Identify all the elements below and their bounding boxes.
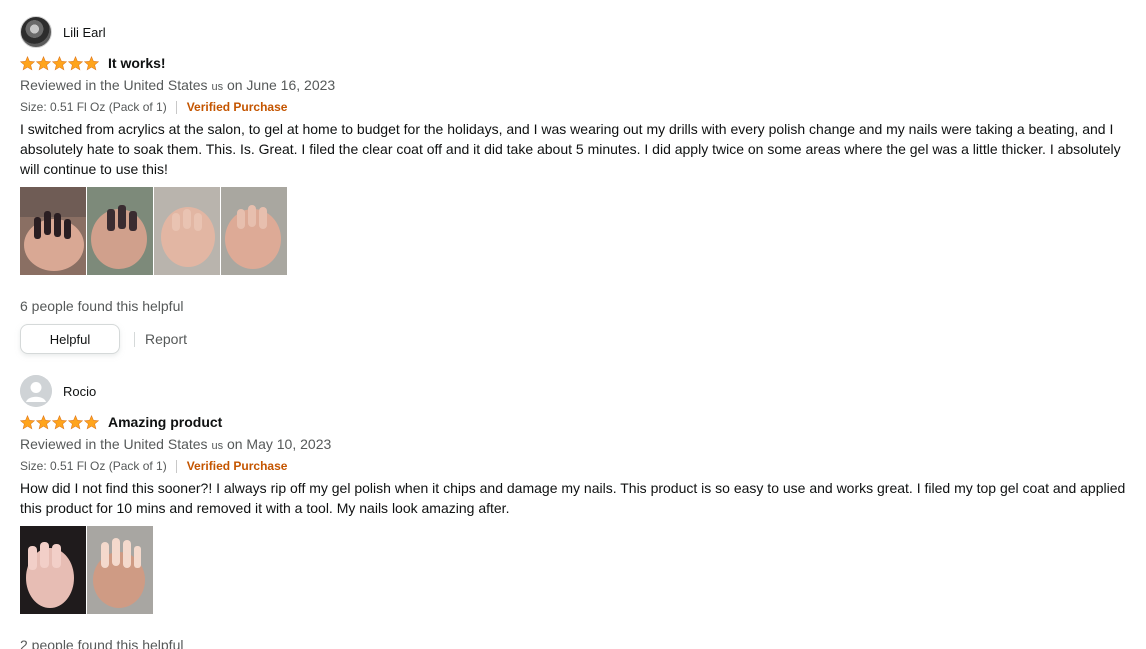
product-size[interactable]: Size: 0.51 Fl Oz (Pack of 1): [20, 100, 167, 114]
helpful-count: 2 people found this helpful: [20, 637, 184, 649]
review-image-thumbnail[interactable]: [154, 187, 220, 275]
reviewer-name[interactable]: Lili Earl: [63, 25, 106, 40]
review-title[interactable]: Amazing product: [108, 414, 222, 430]
review-title-row: Amazing product: [20, 413, 1140, 431]
star-icon: [20, 414, 35, 429]
reviewer-name[interactable]: Rocio: [63, 384, 96, 399]
review-image-thumbnail[interactable]: [221, 187, 287, 275]
review-date-prefix: Reviewed in the United States: [20, 77, 208, 93]
review-images: [20, 187, 1140, 275]
review-meta: Size: 0.51 Fl Oz (Pack of 1) Verified Pu…: [20, 457, 1140, 475]
review-image-thumbnail[interactable]: [87, 526, 153, 614]
review-body: How did I not find this sooner?! I alway…: [20, 480, 1126, 516]
report-link[interactable]: Report: [145, 331, 187, 347]
review-meta: Size: 0.51 Fl Oz (Pack of 1) Verified Pu…: [20, 98, 1140, 116]
star-icon: [20, 55, 35, 70]
reviewer-profile[interactable]: Rocio: [20, 375, 1140, 407]
avatar[interactable]: [20, 375, 52, 407]
review-title[interactable]: It works!: [108, 55, 166, 71]
star-icon: [52, 414, 67, 429]
review-body: I switched from acrylics at the salon, t…: [20, 121, 1121, 177]
star-rating[interactable]: [20, 414, 99, 430]
divider: [175, 459, 177, 473]
star-rating[interactable]: [20, 55, 99, 71]
review-date: Reviewed in the United States us on June…: [20, 75, 1140, 97]
star-icon: [68, 414, 83, 429]
review-image-thumbnail[interactable]: [20, 526, 86, 614]
helpful-button[interactable]: Helpful: [20, 324, 120, 354]
review-image-thumbnail[interactable]: [20, 187, 86, 275]
avatar[interactable]: [20, 16, 52, 48]
star-icon: [36, 55, 51, 70]
country-flag: us: [211, 440, 224, 452]
review-card: Rocio Amazing product Reviewed in the Un…: [20, 375, 1140, 649]
star-icon: [52, 55, 67, 70]
review-title-row: It works!: [20, 54, 1140, 72]
star-icon: [68, 55, 83, 70]
divider: [134, 331, 135, 347]
verified-purchase-badge: Verified Purchase: [186, 459, 288, 473]
helpful-count: 6 people found this helpful: [20, 298, 184, 314]
review-date-suffix: on June 16, 2023: [226, 77, 336, 93]
review-date-prefix: Reviewed in the United States: [20, 436, 208, 452]
review-actions: Helpful Report: [20, 324, 1140, 354]
reviews-page: Lili Earl It works! Reviewed in the Unit…: [0, 0, 1146, 649]
country-flag: us: [211, 81, 224, 93]
star-icon: [36, 414, 51, 429]
default-avatar-icon: [20, 375, 52, 407]
review-card: Lili Earl It works! Reviewed in the Unit…: [20, 16, 1140, 354]
star-icon: [84, 55, 99, 70]
review-date-suffix: on May 10, 2023: [226, 436, 332, 452]
review-date: Reviewed in the United States us on May …: [20, 434, 1140, 456]
review-image-thumbnail[interactable]: [87, 187, 153, 275]
review-images: [20, 526, 1140, 614]
star-icon: [84, 414, 99, 429]
reviewer-profile[interactable]: Lili Earl: [20, 16, 1140, 48]
divider: [175, 100, 177, 114]
product-size[interactable]: Size: 0.51 Fl Oz (Pack of 1): [20, 459, 167, 473]
verified-purchase-badge: Verified Purchase: [186, 100, 288, 114]
